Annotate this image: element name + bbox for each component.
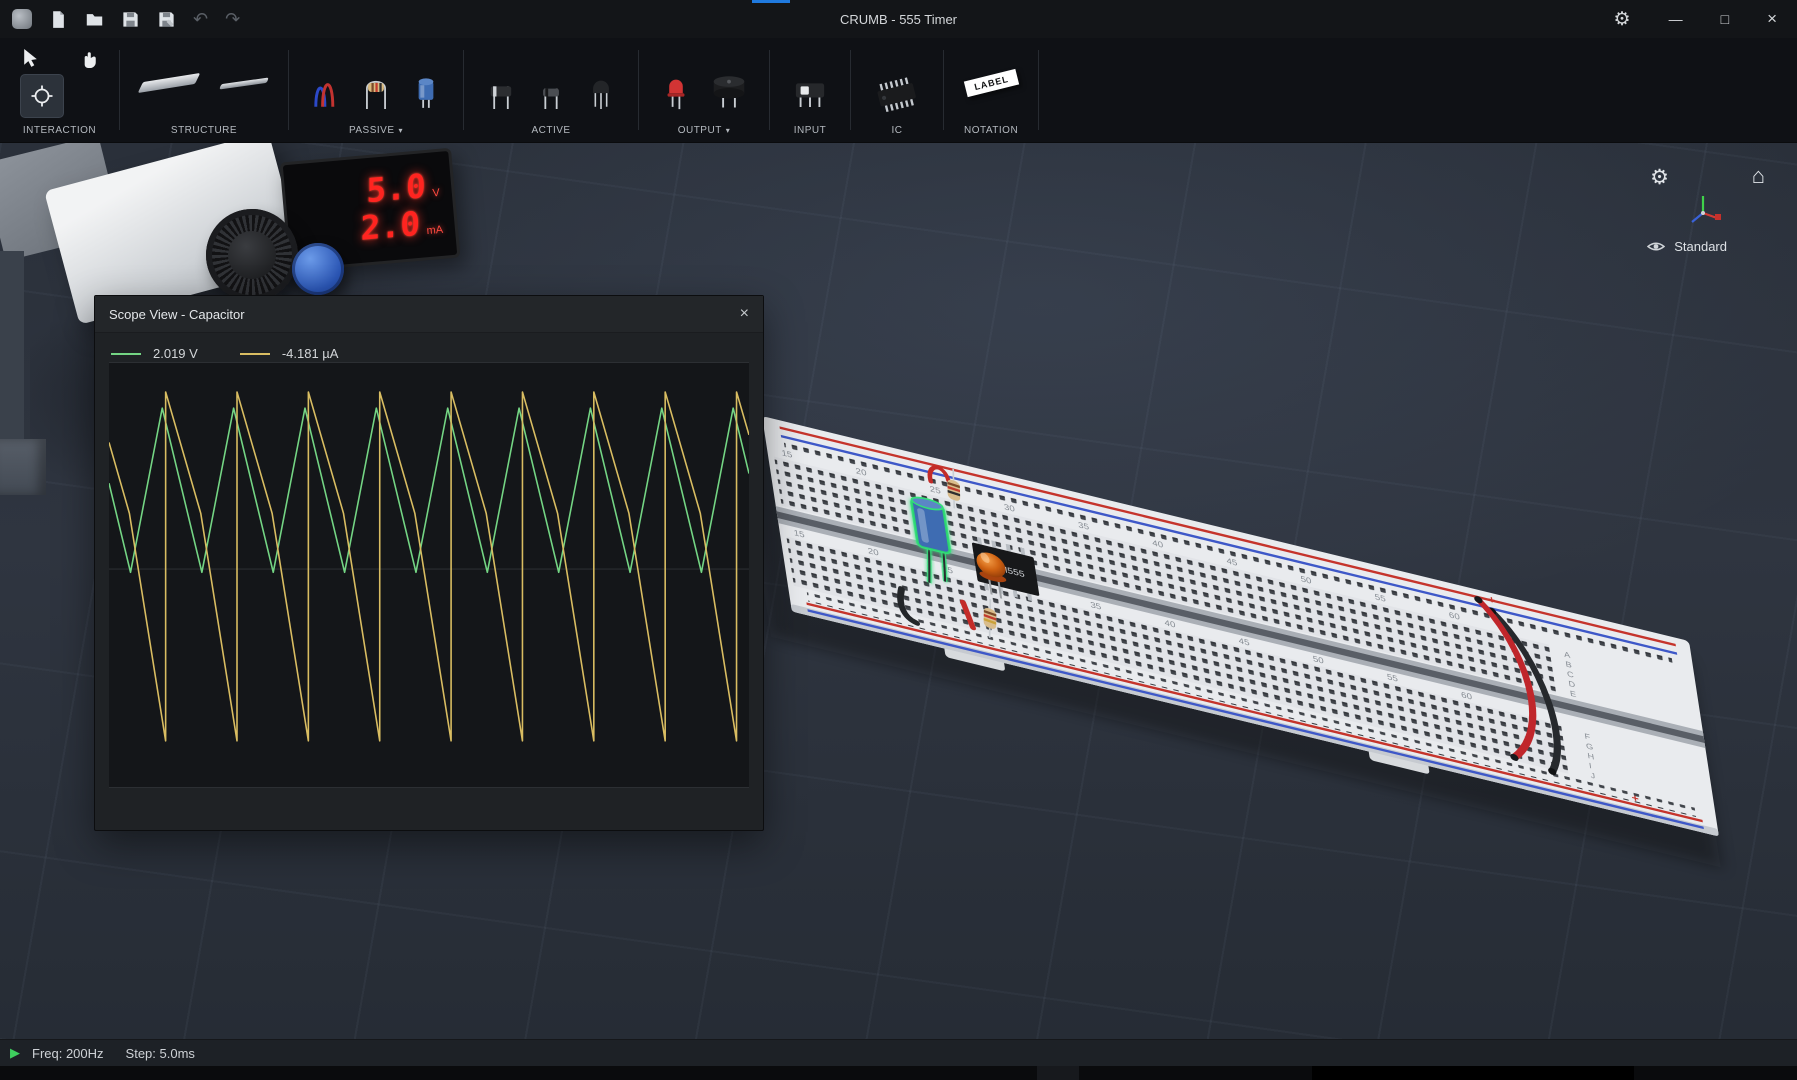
crosshair-icon [30, 84, 54, 108]
home-view-icon[interactable]: ⌂ [1752, 163, 1765, 189]
strip-segment [1037, 1066, 1079, 1080]
titlebar: ↶ ↷ CRUMB - 555 Timer ⚙ — □ × [0, 0, 1797, 38]
open-folder-icon[interactable] [85, 10, 104, 29]
diode-icon[interactable] [484, 64, 518, 120]
dip-chip-icon[interactable] [871, 72, 923, 120]
transistor-icon[interactable] [584, 64, 618, 120]
jumper-wires-icon[interactable] [309, 64, 343, 120]
toolbar-group-output: OUTPUT▾ [639, 38, 769, 142]
close-button[interactable]: × [1767, 9, 1777, 29]
window-title: CRUMB - 555 Timer [840, 12, 957, 27]
toolbar-group-label-input: INPUT [794, 120, 827, 136]
psu-current-unit: mA [426, 224, 443, 237]
legend-item-voltage: 2.019 V [111, 346, 198, 361]
toolbar: INTERACTION STRUCTURE [0, 38, 1797, 143]
legend-item-current: -4.181 µA [240, 346, 339, 361]
eye-icon [1647, 240, 1665, 253]
new-file-icon[interactable] [49, 10, 68, 29]
settings-gear-icon[interactable]: ⚙ [1614, 8, 1631, 31]
legend-swatch [240, 353, 270, 355]
titlebar-accent [752, 0, 790, 3]
status-bar: ▶ Freq: 200Hz Step: 5.0ms [0, 1039, 1797, 1066]
resistor-icon[interactable] [359, 64, 393, 120]
toolbar-group-label-output[interactable]: OUTPUT▾ [678, 120, 731, 136]
toolbar-group-ic: IC [851, 38, 943, 142]
breadboard-strip-icon[interactable] [138, 73, 201, 93]
scope-titlebar[interactable]: Scope View - Capacitor × [95, 296, 763, 333]
maximize-button[interactable]: □ [1721, 11, 1729, 27]
app-logo [12, 9, 32, 29]
toolbar-group-structure: STRUCTURE [120, 38, 288, 142]
toolbar-group-active: ACTIVE [464, 38, 638, 142]
breadboard[interactable]: 15202530354045505560 1520253035404550556… [762, 416, 1720, 845]
minimize-button[interactable]: — [1669, 11, 1683, 27]
scope-plot [109, 362, 749, 788]
scope-close-icon[interactable]: × [740, 305, 749, 323]
toolbar-group-label-active: ACTIVE [531, 120, 570, 136]
label-tool-icon[interactable]: LABEL [963, 69, 1018, 97]
psu-current-readout: 2.0 [361, 206, 420, 248]
view-mode-selector[interactable]: Standard [1647, 239, 1727, 254]
view-mode-label: Standard [1674, 239, 1727, 254]
play-button[interactable]: ▶ [10, 1045, 20, 1061]
scope-panel: Scope View - Capacitor × 2.019 V -4.181 … [94, 295, 764, 831]
sim-step: Step: 5.0ms [126, 1046, 195, 1061]
sim-frequency: Freq: 200Hz [32, 1046, 104, 1061]
redo-icon[interactable]: ↷ [225, 10, 240, 28]
scene-viewport[interactable]: 5.0 V 2.0 mA [0, 143, 1797, 1040]
chevron-down-icon: ▾ [399, 126, 404, 135]
scope-title: Scope View - Capacitor [109, 307, 245, 322]
rail-strip-icon[interactable] [219, 77, 269, 89]
toolbar-group-label-structure: STRUCTURE [171, 120, 237, 136]
toolbar-group-label-passive[interactable]: PASSIVE▾ [349, 120, 403, 136]
toolbar-group-notation: LABEL NOTATION [944, 38, 1038, 142]
bottom-strip [0, 1066, 1797, 1080]
diode-small-icon[interactable] [534, 64, 568, 120]
hand-tool-icon[interactable] [78, 48, 99, 69]
axis-gizmo[interactable] [1683, 191, 1723, 231]
switch-icon[interactable] [790, 68, 830, 120]
capacitor-icon[interactable] [409, 64, 443, 120]
buzzer-icon[interactable] [709, 62, 749, 120]
toolbar-group-interaction: INTERACTION [0, 38, 119, 142]
toolbar-group-label-notation: NOTATION [964, 120, 1018, 136]
psu-voltage-unit: V [432, 187, 440, 200]
scope-waveform [109, 363, 749, 787]
save-icon[interactable] [121, 10, 140, 29]
interact-tool-button[interactable] [20, 74, 64, 118]
psu-knob[interactable] [206, 209, 298, 301]
toolbar-group-input: INPUT [770, 38, 850, 142]
save-as-icon[interactable] [157, 10, 176, 29]
legend-current-value: -4.181 µA [282, 346, 339, 361]
toolbar-group-label-ic: IC [892, 120, 903, 136]
viewport-settings-gear-icon[interactable]: ⚙ [1650, 165, 1669, 190]
cursor-tool-icon[interactable] [20, 48, 41, 69]
legend-swatch [111, 353, 141, 355]
psu-blue-button[interactable] [292, 243, 344, 295]
led-icon[interactable] [659, 62, 693, 120]
toolbar-group-passive: PASSIVE▾ [289, 38, 463, 142]
toolbar-separator [1038, 50, 1039, 130]
toolbar-group-label-interaction: INTERACTION [23, 120, 96, 136]
chevron-down-icon: ▾ [726, 126, 731, 135]
legend-voltage-value: 2.019 V [153, 346, 198, 361]
strip-segment [1312, 1066, 1634, 1080]
undo-icon[interactable]: ↶ [193, 10, 208, 28]
